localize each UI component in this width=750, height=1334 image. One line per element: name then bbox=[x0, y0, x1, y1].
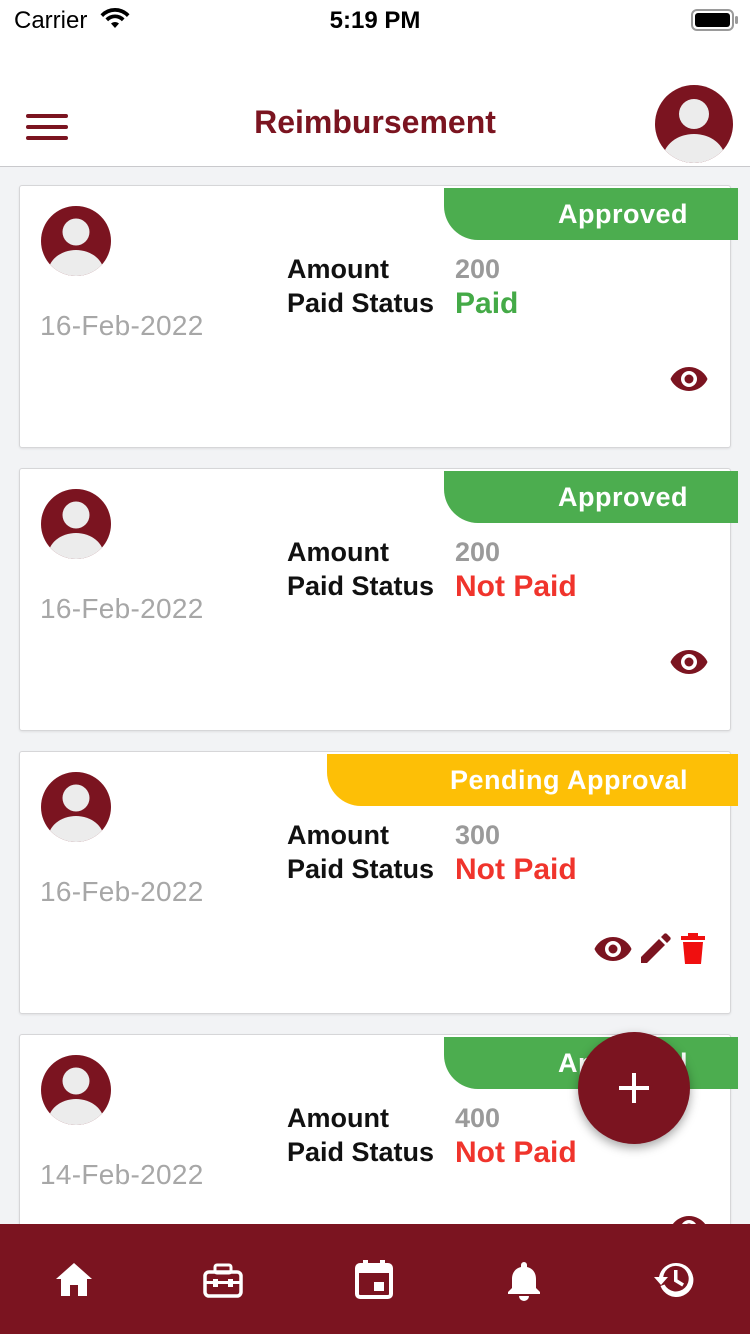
paid-status-label: Paid Status bbox=[287, 571, 435, 601]
trash-icon[interactable] bbox=[678, 932, 708, 966]
amount-value: 200 bbox=[455, 537, 501, 567]
bottom-tab-bar bbox=[0, 1224, 750, 1334]
amount-label: Amount bbox=[287, 1103, 389, 1133]
employee-avatar bbox=[41, 489, 111, 559]
amount-label: Amount bbox=[287, 820, 389, 850]
status-badge: Approved bbox=[444, 471, 738, 523]
bell-icon[interactable] bbox=[502, 1258, 546, 1302]
eye-icon[interactable] bbox=[670, 1215, 708, 1224]
claim-date: 16-Feb-2022 bbox=[40, 593, 204, 624]
paid-status-label: Paid Status bbox=[287, 288, 435, 318]
paid-status-label: Paid Status bbox=[287, 854, 435, 884]
claim-date: 14-Feb-2022 bbox=[40, 1159, 204, 1190]
add-reimbursement-button[interactable] bbox=[578, 1032, 690, 1144]
eye-icon[interactable] bbox=[670, 366, 708, 392]
claim-date: 16-Feb-2022 bbox=[40, 310, 204, 341]
paid-status-value: Paid bbox=[455, 287, 519, 320]
employee-avatar bbox=[41, 1055, 111, 1125]
eye-icon[interactable] bbox=[670, 649, 708, 675]
paid-status-label: Paid Status bbox=[287, 1137, 435, 1167]
status-bar: Carrier 5:19 PM bbox=[0, 0, 750, 42]
page-title: Reimbursement bbox=[254, 104, 496, 140]
amount-value: 400 bbox=[455, 1103, 501, 1133]
reimbursement-card[interactable]: Approved 16-Feb-2022 Amount Paid Status … bbox=[19, 185, 738, 448]
status-badge: Pending Approval bbox=[327, 754, 738, 806]
profile-avatar[interactable] bbox=[655, 85, 733, 163]
employee-avatar bbox=[41, 206, 111, 276]
history-icon[interactable] bbox=[652, 1258, 696, 1302]
battery-icon bbox=[691, 9, 739, 36]
status-badge: Approved bbox=[444, 188, 738, 240]
reimbursement-card[interactable]: Pending Approval 16-Feb-2022 Amount Paid… bbox=[19, 751, 738, 1014]
amount-value: 300 bbox=[455, 820, 501, 850]
reimbursement-card[interactable]: Approved 16-Feb-2022 Amount Paid Status … bbox=[19, 468, 738, 731]
pencil-icon[interactable] bbox=[638, 932, 672, 966]
employee-avatar bbox=[41, 772, 111, 842]
plus-icon bbox=[619, 1073, 649, 1103]
toolbox-icon[interactable] bbox=[201, 1258, 245, 1302]
paid-status-value: Not Paid bbox=[455, 853, 577, 886]
amount-label: Amount bbox=[287, 537, 389, 567]
home-icon[interactable] bbox=[52, 1258, 96, 1302]
calendar-icon[interactable] bbox=[352, 1258, 396, 1302]
paid-status-value: Not Paid bbox=[455, 1136, 577, 1169]
app-header: Reimbursement bbox=[0, 42, 750, 167]
eye-icon[interactable] bbox=[594, 936, 632, 962]
amount-label: Amount bbox=[287, 254, 389, 284]
clock: 5:19 PM bbox=[329, 7, 421, 34]
claim-date: 16-Feb-2022 bbox=[40, 876, 204, 907]
amount-value: 200 bbox=[455, 254, 501, 284]
paid-status-value: Not Paid bbox=[455, 570, 577, 603]
